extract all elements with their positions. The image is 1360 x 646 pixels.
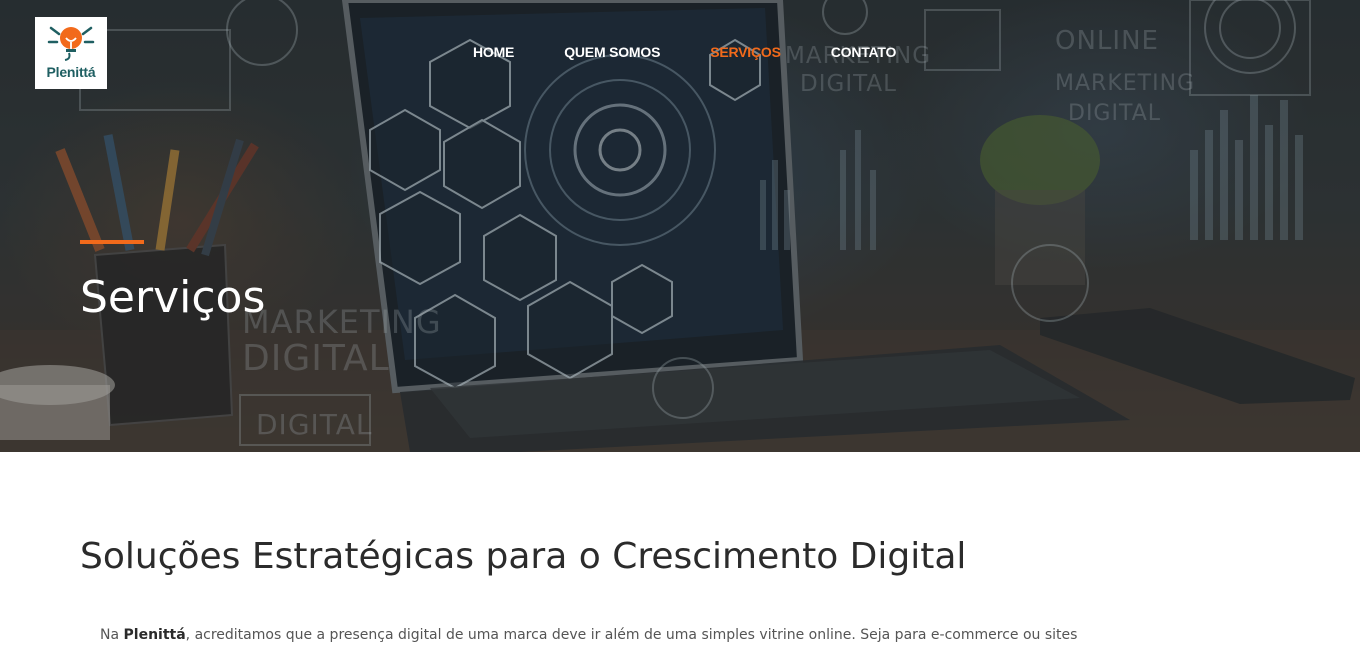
services-intro-section: Soluções Estratégicas para o Crescimento…	[0, 452, 1360, 643]
intro-text: , acreditamos que a presença digital de …	[185, 627, 1078, 643]
intro-paragraph: Na Plenittá, acreditamos que a presença …	[100, 624, 1260, 646]
site-logo[interactable]: Plenittá	[35, 17, 107, 89]
nav-item-contato[interactable]: CONTATO	[831, 44, 897, 60]
lightbulb-logo-icon	[47, 26, 95, 61]
intro-brand: Plenittá	[123, 627, 186, 643]
hero-banner: MARKETING DIGITAL ONLINE MARKETING DIGIT…	[0, 0, 1360, 452]
nav-item-servicos[interactable]: SERVIÇOS	[710, 44, 781, 60]
nav-item-quem-somos[interactable]: QUEM SOMOS	[564, 44, 660, 60]
title-accent-bar	[80, 240, 144, 244]
logo-wordmark: Plenittá	[46, 64, 96, 80]
section-heading: Soluções Estratégicas para o Crescimento…	[80, 536, 967, 577]
main-navigation: HOME QUEM SOMOS SERVIÇOS CONTATO	[473, 44, 896, 60]
page-title: Serviços	[80, 272, 266, 323]
nav-item-home[interactable]: HOME	[473, 44, 514, 60]
hero-overlay	[0, 0, 1360, 452]
intro-prefix: Na	[100, 627, 124, 643]
